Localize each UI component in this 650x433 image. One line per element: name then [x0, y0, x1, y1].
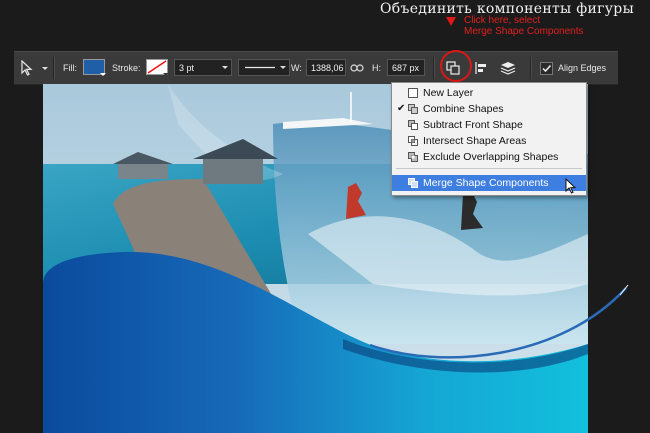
menu-item-exclude-overlapping-shapes[interactable]: Exclude Overlapping Shapes [392, 149, 586, 165]
menu-item-combine-shapes[interactable]: ✔ Combine Shapes [392, 101, 586, 117]
merge-shape-components-icon [408, 178, 418, 188]
annotation-arrow-icon [446, 17, 456, 26]
checkmark-icon [542, 64, 552, 72]
align-edges-label: Align Edges [558, 63, 607, 73]
stroke-width-chevron-icon[interactable] [222, 66, 228, 69]
menu-item-subtract-front-shape[interactable]: Subtract Front Shape [392, 117, 586, 133]
link-dimensions-button[interactable] [350, 52, 366, 84]
menu-item-label: Combine Shapes [423, 103, 504, 115]
no-color-slash-icon [147, 60, 167, 74]
exclude-overlapping-shapes-icon [408, 152, 418, 162]
stroke-type-chevron-icon[interactable] [280, 66, 286, 69]
mouse-cursor-icon [565, 178, 577, 194]
height-label: H: [372, 63, 381, 73]
tool-preset-picker[interactable] [20, 52, 48, 84]
annotation-note: Click here, select Merge Shape Component… [464, 15, 584, 37]
gazebo-body [203, 159, 263, 184]
hut-body [118, 164, 168, 179]
link-chain-icon [350, 64, 364, 72]
menu-item-label: Intersect Shape Areas [423, 135, 527, 147]
menu-item-label: Exclude Overlapping Shapes [423, 151, 559, 163]
combine-shapes-icon [408, 104, 418, 114]
path-operations-menu: New Layer ✔ Combine Shapes Subtract Fron… [391, 82, 587, 196]
fill-label: Fill: [63, 63, 77, 73]
menu-item-label: New Layer [423, 87, 474, 99]
menu-item-label: Merge Shape Components [423, 177, 549, 189]
toolbar-separator [530, 57, 532, 79]
menu-separator [396, 168, 582, 169]
path-alignment-icon [475, 62, 486, 74]
menu-item-merge-shape-components[interactable]: Merge Shape Components [392, 175, 586, 191]
toolbar-separator [433, 57, 435, 79]
path-arrangement-icon [500, 62, 516, 75]
options-bar: Fill: Stroke: 3 pt W: 1388,06 H: 687 px [14, 51, 618, 85]
path-arrangement-button[interactable] [500, 52, 520, 84]
width-label: W: [291, 63, 302, 73]
intersect-shape-areas-icon [408, 136, 418, 146]
height-value: 687 px [392, 63, 420, 73]
toolbar-separator [53, 57, 55, 79]
annotation-note-line-2: Merge Shape Components [464, 26, 584, 37]
annotation-note-line-1: Click here, select [464, 15, 541, 26]
stroke-width-value: 3 pt [179, 63, 195, 73]
width-value: 1388,06 [311, 63, 344, 73]
height-field[interactable]: 687 px [387, 59, 425, 76]
checkmark-icon: ✔ [397, 103, 406, 114]
stroke-dropdown-chevron-icon[interactable] [163, 73, 169, 76]
menu-item-label: Subtract Front Shape [423, 119, 523, 131]
path-selection-arrow-icon [21, 60, 33, 76]
highlight-circle [440, 50, 472, 82]
fill-dropdown-chevron-icon[interactable] [100, 73, 106, 76]
menu-item-new-layer[interactable]: New Layer [392, 85, 586, 101]
checkbox-box [540, 61, 553, 75]
line-style-icon [245, 66, 275, 69]
menu-item-intersect-shape-areas[interactable]: Intersect Shape Areas [392, 133, 586, 149]
new-layer-icon [408, 88, 418, 98]
stroke-label: Stroke: [112, 63, 141, 73]
width-field[interactable]: 1388,06 [306, 59, 346, 76]
align-edges-checkbox[interactable]: Align Edges [540, 52, 606, 84]
path-alignment-button[interactable] [474, 52, 490, 84]
chevron-down-icon [42, 67, 48, 70]
subtract-front-shape-icon [408, 120, 418, 130]
